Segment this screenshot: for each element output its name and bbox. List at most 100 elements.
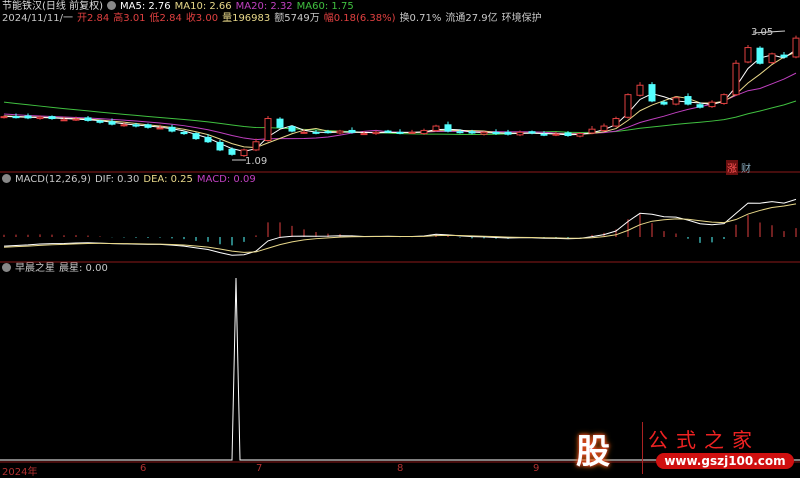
candle-body xyxy=(540,133,548,136)
macd-dif: DIF: 0.30 xyxy=(94,174,140,185)
candle-body xyxy=(132,124,140,127)
candle-body xyxy=(240,149,248,157)
quote-date: 2024/11/11/一 xyxy=(2,13,74,24)
candle-body xyxy=(768,53,776,64)
watermark-logo: 股 公式之家 www.gszj100.com xyxy=(556,418,800,476)
candle-body xyxy=(756,47,764,64)
indicator-value: 晨星: 0.00 xyxy=(59,263,108,274)
candle-body xyxy=(492,131,500,135)
chevron-down-icon[interactable] xyxy=(106,1,116,10)
candle-body xyxy=(624,94,632,118)
candle-body xyxy=(180,131,188,135)
quote-volume: 量196983 xyxy=(222,13,271,24)
quote-high: 高3.01 xyxy=(113,13,146,24)
ma60-value: MA60: 1.75 xyxy=(296,1,354,12)
candle-body xyxy=(396,131,404,134)
logo-title: 公式之家 xyxy=(648,428,760,452)
candle-body xyxy=(732,62,740,96)
quote-open: 开2.84 xyxy=(77,13,110,24)
candle-body xyxy=(84,117,92,121)
candle-body xyxy=(792,37,800,58)
logo-url: www.gszj100.com xyxy=(656,453,794,469)
chevron-down-icon[interactable] xyxy=(2,174,11,183)
candle-body xyxy=(264,118,272,142)
candle-body xyxy=(372,131,380,135)
dif-line xyxy=(3,198,797,256)
quote-close: 收3.00 xyxy=(185,13,219,24)
candle-body xyxy=(252,141,260,151)
candle-body xyxy=(708,101,716,108)
candle-body xyxy=(456,131,464,134)
candle-body xyxy=(696,104,704,108)
axis-label: 9 xyxy=(533,463,540,474)
indicator-title: 早晨之星 xyxy=(15,263,55,274)
candle-body xyxy=(684,96,692,105)
candle-body xyxy=(444,124,452,132)
candle-body xyxy=(504,131,512,135)
candle-body xyxy=(672,97,680,105)
axis-label: 7 xyxy=(256,463,263,474)
quote-row: 2024/11/11/一 开2.84 高3.01 低2.84 收3.00 量196983 额… xyxy=(2,13,546,25)
candle-body xyxy=(720,94,728,104)
candle-body xyxy=(192,133,200,140)
candle-body xyxy=(744,47,752,63)
candle-body xyxy=(168,126,176,132)
stock-chart[interactable] xyxy=(0,0,800,476)
stock-title: 节能铁汉(日线 前复权) xyxy=(2,1,103,12)
dea-line xyxy=(3,203,797,253)
candle-body xyxy=(408,131,416,134)
candle-body xyxy=(612,118,620,127)
macd-title: MACD(12,26,9) xyxy=(15,174,91,185)
ma10-value: MA10: 2.66 xyxy=(174,1,232,12)
candle-body xyxy=(384,130,392,133)
candle-body xyxy=(528,131,536,134)
candle-body xyxy=(348,129,356,133)
candle-body xyxy=(480,131,488,135)
candle-body xyxy=(300,131,308,134)
candle-body xyxy=(60,119,68,122)
chevron-down-icon[interactable] xyxy=(2,263,11,272)
candle-body xyxy=(144,124,152,128)
macd-dea: DEA: 0.25 xyxy=(143,174,193,185)
candle-body xyxy=(588,128,596,134)
candle-body xyxy=(468,131,476,134)
quote-concept[interactable]: 环境保护 xyxy=(502,13,542,24)
candle-body xyxy=(660,101,668,105)
candle-body xyxy=(324,131,332,134)
tag-cai[interactable]: 财 xyxy=(740,160,752,175)
candle-body xyxy=(24,115,32,119)
ma5-value: MA5: 2.76 xyxy=(119,1,171,12)
candle-body xyxy=(516,131,524,136)
candle-body xyxy=(120,124,128,127)
quote-turnover: 换0.71% xyxy=(399,13,442,24)
candle-body xyxy=(0,116,8,119)
candle-body xyxy=(312,131,320,134)
candle-body xyxy=(72,118,80,121)
candle-body xyxy=(432,125,440,131)
ma20-value: MA20: 2.32 xyxy=(235,1,293,12)
candle-body xyxy=(648,84,656,102)
candle-body xyxy=(108,121,116,125)
candle-body xyxy=(276,118,284,128)
candle-body xyxy=(564,132,572,136)
candle-body xyxy=(336,130,344,134)
quote-low: 低2.84 xyxy=(149,13,182,24)
candle-body xyxy=(636,84,644,96)
candle-body xyxy=(36,116,44,120)
candle-body xyxy=(216,141,224,151)
candle-body xyxy=(780,54,788,58)
candle-body xyxy=(420,129,428,135)
candle-body xyxy=(228,148,236,155)
candle-body xyxy=(12,116,20,119)
axis-label: 8 xyxy=(397,463,404,474)
quote-float: 流通27.9亿 xyxy=(445,13,498,24)
candle-body xyxy=(288,126,296,132)
candle-body xyxy=(96,120,104,123)
candle-body xyxy=(576,133,584,137)
candle-body xyxy=(600,125,608,131)
candle-body xyxy=(360,133,368,136)
candle-body xyxy=(48,116,56,120)
candle-body xyxy=(156,127,164,130)
candle-body xyxy=(552,133,560,136)
tag-zhang[interactable]: 涨 xyxy=(726,160,738,175)
